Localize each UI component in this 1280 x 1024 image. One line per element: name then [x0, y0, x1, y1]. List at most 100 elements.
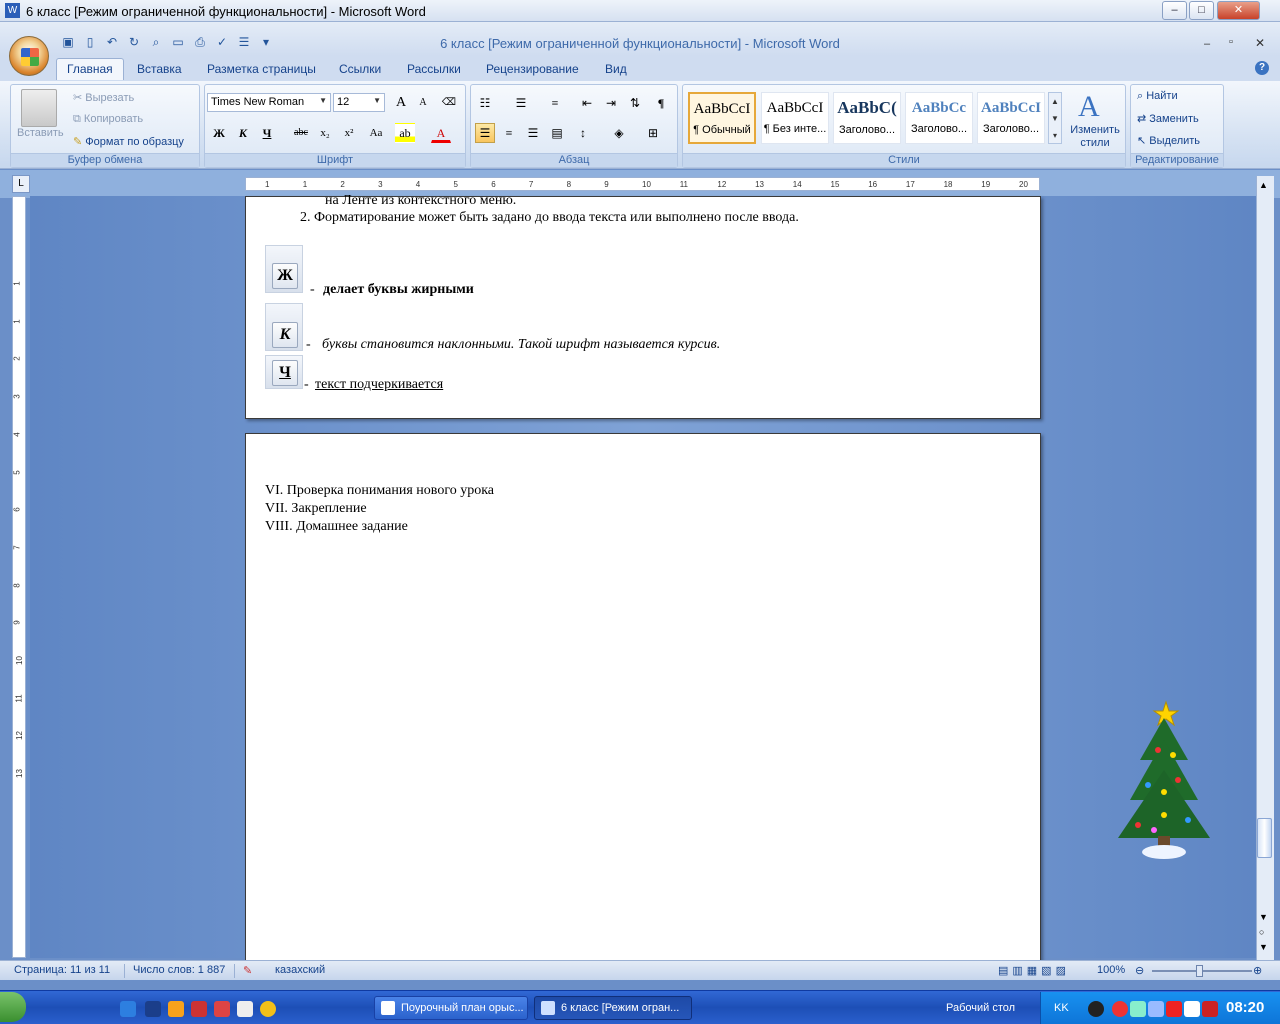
multilevel-list-icon[interactable]: ≡ — [545, 93, 565, 113]
subscript-button[interactable]: x₂ — [315, 123, 335, 143]
media-player-icon[interactable] — [168, 1001, 184, 1017]
copy-button[interactable]: ⧉ Копировать — [73, 113, 143, 126]
tray-eye-icon[interactable] — [1088, 1001, 1104, 1017]
zoom-level[interactable]: 100% — [1097, 964, 1125, 976]
inner-minimize-icon[interactable]: – — [1204, 38, 1210, 50]
shrink-font-button[interactable]: A — [413, 93, 433, 113]
word-quicklaunch-icon[interactable] — [145, 1001, 161, 1017]
decrease-indent-icon[interactable]: ⇤ — [577, 93, 597, 113]
tray-opera-icon[interactable] — [1112, 1001, 1128, 1017]
tab-references[interactable]: Ссылки — [339, 62, 381, 76]
browser-quicklaunch-icon[interactable] — [214, 1001, 230, 1017]
window-quicklaunch-icon[interactable] — [237, 1001, 253, 1017]
document-area[interactable]: на Ленте из контекстного меню. 2. Формат… — [30, 193, 1256, 963]
highlight-icon[interactable]: ab — [395, 123, 415, 143]
scrollbar-thumb[interactable] — [1257, 818, 1272, 858]
outer-maximize-button[interactable]: □ — [1189, 1, 1214, 20]
zoom-in-icon[interactable]: ⊕ — [1253, 964, 1262, 977]
scroll-up-icon[interactable]: ▲ — [1259, 180, 1268, 190]
paste-large-icon[interactable] — [21, 89, 57, 127]
taskbar-item-lesson-plan[interactable]: Поурочный план орыс... — [374, 996, 528, 1020]
sort-icon[interactable]: ⇅ — [625, 93, 645, 113]
borders-icon[interactable]: ⊞ — [643, 123, 663, 143]
numbering-icon[interactable]: ☰ — [511, 93, 531, 113]
word-count[interactable]: Число слов: 1 887 — [133, 964, 225, 976]
align-right-icon[interactable]: ☰ — [523, 123, 543, 143]
replace-button[interactable]: ⇄ Заменить — [1137, 112, 1199, 125]
tab-page-layout[interactable]: Разметка страницы — [207, 62, 316, 76]
font-name-select[interactable]: Times New Roman ▼ — [207, 93, 331, 112]
app-quicklaunch-icon[interactable] — [260, 1001, 276, 1017]
line-spacing-icon[interactable]: ↕ — [573, 123, 593, 143]
select-browse-object-icon[interactable]: ○ — [1259, 927, 1264, 937]
save-quicklaunch-icon[interactable] — [191, 1001, 207, 1017]
font-color-icon[interactable]: A — [431, 123, 451, 143]
tab-home[interactable]: Главная — [56, 58, 124, 80]
justify-icon[interactable]: ▤ — [547, 123, 567, 143]
underline-button[interactable]: Ч — [257, 123, 277, 143]
bold-button[interactable]: Ж — [209, 123, 229, 143]
taskbar-clock[interactable]: 08:20 — [1226, 999, 1264, 1016]
format-painter-button[interactable]: ✎ Формат по образцу — [73, 135, 184, 148]
strikethrough-button[interactable]: abc — [291, 123, 311, 143]
page-1[interactable]: на Ленте из контекстного меню. 2. Формат… — [245, 193, 1041, 419]
change-case-button[interactable]: Aa — [363, 123, 389, 143]
clear-format-icon[interactable]: ⌫ — [439, 93, 459, 113]
help-icon[interactable]: ? — [1255, 61, 1269, 75]
internet-explorer-icon[interactable] — [120, 1001, 136, 1017]
style-heading-2[interactable]: AaBbCc Заголово... — [905, 92, 973, 144]
cut-button[interactable]: ✂ Вырезать — [73, 91, 134, 104]
change-styles-button[interactable]: Изменить стили — [1068, 124, 1122, 150]
bullets-icon[interactable]: ☷ — [475, 93, 495, 113]
view-buttons-icon[interactable]: ▤▥▦▧▨ — [998, 964, 1070, 977]
next-page-icon[interactable]: ▼ — [1259, 942, 1268, 952]
align-center-icon[interactable]: ≡ — [499, 123, 519, 143]
style-heading-1[interactable]: AaBbC(Заголово... — [833, 92, 901, 144]
inner-close-icon[interactable]: ✕ — [1255, 36, 1265, 50]
language-indicator[interactable]: казахский — [275, 964, 325, 976]
office-button[interactable] — [9, 36, 49, 76]
outer-minimize-button[interactable]: – — [1162, 1, 1187, 20]
desktop-toolbar-label[interactable]: Рабочий стол — [946, 1002, 1015, 1014]
tab-insert[interactable]: Вставка — [137, 62, 182, 76]
tray-network-icon[interactable] — [1130, 1001, 1146, 1017]
grow-font-button[interactable]: A — [391, 93, 411, 113]
tray-bluetooth-icon[interactable] — [1148, 1001, 1164, 1017]
word-app-icon[interactable]: W — [5, 3, 20, 18]
select-button[interactable]: ↖ Выделить — [1137, 134, 1200, 147]
find-button[interactable]: ⌕ Найти — [1137, 90, 1178, 103]
tab-selector-icon[interactable]: L — [12, 175, 30, 193]
style-no-spacing[interactable]: AaBbCcI ¶ Без инте... — [761, 92, 829, 144]
inner-restore-icon[interactable]: ▫ — [1229, 36, 1233, 48]
change-styles-icon[interactable]: A — [1078, 90, 1100, 124]
increase-indent-icon[interactable]: ⇥ — [601, 93, 621, 113]
zoom-out-icon[interactable]: ⊖ — [1135, 964, 1144, 977]
zoom-slider-thumb[interactable] — [1196, 965, 1203, 977]
style-heading-3[interactable]: AaBbCcI Заголово... — [977, 92, 1045, 144]
shading-icon[interactable]: ◈ — [609, 123, 629, 143]
taskbar-item-word-6-class[interactable]: 6 класс [Режим огран... — [534, 996, 692, 1020]
outer-close-button[interactable]: ✕ — [1217, 1, 1260, 20]
scroll-down-icon[interactable]: ▼ — [1259, 912, 1268, 922]
proofing-icon[interactable]: ✎ — [243, 964, 252, 977]
tray-volume-icon[interactable] — [1184, 1001, 1200, 1017]
tab-view[interactable]: Вид — [605, 62, 627, 76]
tab-review[interactable]: Рецензирование — [486, 62, 579, 76]
horizontal-ruler[interactable]: 1 1 2 3 4 5 6 7 8 9 10 11 12 13 14 15 16 17 18 19 20 — [245, 177, 1040, 191]
show-formatting-button[interactable]: ¶ — [651, 93, 671, 113]
paste-button[interactable]: Вставить — [17, 127, 64, 139]
tab-mailings[interactable]: Рассылки — [407, 62, 461, 76]
tray-antivirus-icon[interactable] — [1202, 1001, 1218, 1017]
align-left-icon[interactable]: ☰ — [475, 123, 495, 143]
styles-scroll-icon[interactable]: ▲ ▼ ▾ — [1048, 92, 1062, 144]
vertical-ruler[interactable]: 1 1 2 3 4 5 6 7 8 9 10 11 12 13 — [12, 196, 26, 958]
start-button[interactable] — [0, 992, 26, 1022]
page-count[interactable]: Страница: 11 из 11 — [14, 964, 110, 976]
tray-alert-icon[interactable] — [1166, 1001, 1182, 1017]
font-size-select[interactable]: 12 ▼ — [333, 93, 385, 112]
superscript-button[interactable]: x² — [339, 123, 359, 143]
style-normal[interactable]: AaBbCcI ¶ Обычный — [688, 92, 756, 144]
language-indicator-tray[interactable]: KK — [1054, 1002, 1069, 1014]
italic-button[interactable]: К — [233, 123, 253, 143]
page-2[interactable]: VI. Проверка понимания нового урока VII.… — [245, 433, 1041, 963]
